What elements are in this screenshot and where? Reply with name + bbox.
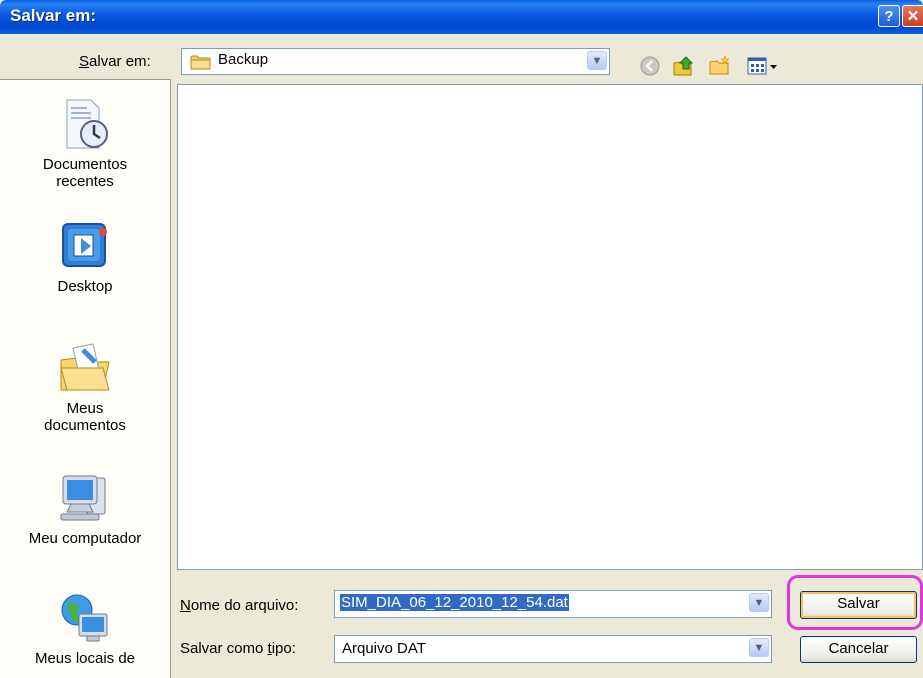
place-label: recentes	[56, 173, 114, 190]
network-places-icon	[61, 594, 108, 642]
location-value: Backup	[218, 51, 269, 68]
save-in-label: Salvar em:	[79, 53, 151, 70]
cancel-button-label: Cancelar	[828, 640, 889, 657]
place-my-documents[interactable]: Meus documentos	[0, 340, 170, 434]
place-label: Documentos	[42, 156, 128, 173]
window-title: Salvar em:	[10, 6, 96, 25]
folder-icon	[190, 55, 211, 70]
place-recent-documents[interactable]: Documentos recentes	[0, 96, 170, 190]
view-menu-icon[interactable]	[746, 54, 780, 78]
place-label: Meus	[66, 400, 104, 417]
place-label: Meus locais de	[34, 650, 136, 667]
chevron-down-icon[interactable]: ▼	[749, 638, 769, 657]
file-list[interactable]	[177, 84, 923, 570]
recent-documents-icon	[66, 99, 108, 149]
cancel-button[interactable]: Cancelar	[800, 636, 917, 663]
place-label: Meu computador	[28, 530, 142, 547]
chevron-down-icon[interactable]: ▼	[587, 51, 607, 70]
place-label: documentos	[44, 417, 126, 434]
filename-label: Nome do arquivo:	[180, 597, 299, 614]
filename-input[interactable]: SIM_DIA_06_12_2010_12_54.dat	[340, 594, 569, 611]
save-button-label: Salvar	[837, 595, 880, 612]
location-combobox[interactable]: Backup ▼	[181, 48, 610, 75]
filename-combobox[interactable]: SIM_DIA_06_12_2010_12_54.dat ▼	[334, 590, 772, 618]
filetype-label: Salvar como tipo:	[180, 640, 296, 657]
new-folder-icon[interactable]	[708, 54, 732, 78]
title-bar: Salvar em: ? ✕	[0, 0, 923, 34]
filetype-combobox[interactable]: Arquivo DAT ▼	[334, 635, 772, 663]
close-button[interactable]: ✕	[902, 5, 923, 27]
place-label: Desktop	[57, 278, 113, 295]
my-documents-icon	[60, 343, 110, 391]
save-in-label-text: alvar em:	[89, 53, 151, 70]
filetype-value: Arquivo DAT	[342, 640, 426, 657]
place-network[interactable]: Meus locais de	[0, 590, 170, 667]
place-my-computer[interactable]: Meu computador	[0, 470, 170, 547]
up-folder-icon[interactable]	[672, 54, 696, 78]
help-button[interactable]: ?	[878, 5, 900, 27]
my-computer-icon	[60, 475, 106, 521]
desktop-icon	[62, 223, 107, 267]
save-button[interactable]: Salvar	[800, 591, 917, 619]
chevron-down-icon[interactable]: ▼	[749, 593, 769, 612]
back-icon[interactable]	[638, 54, 662, 78]
place-desktop[interactable]: Desktop	[0, 218, 170, 295]
